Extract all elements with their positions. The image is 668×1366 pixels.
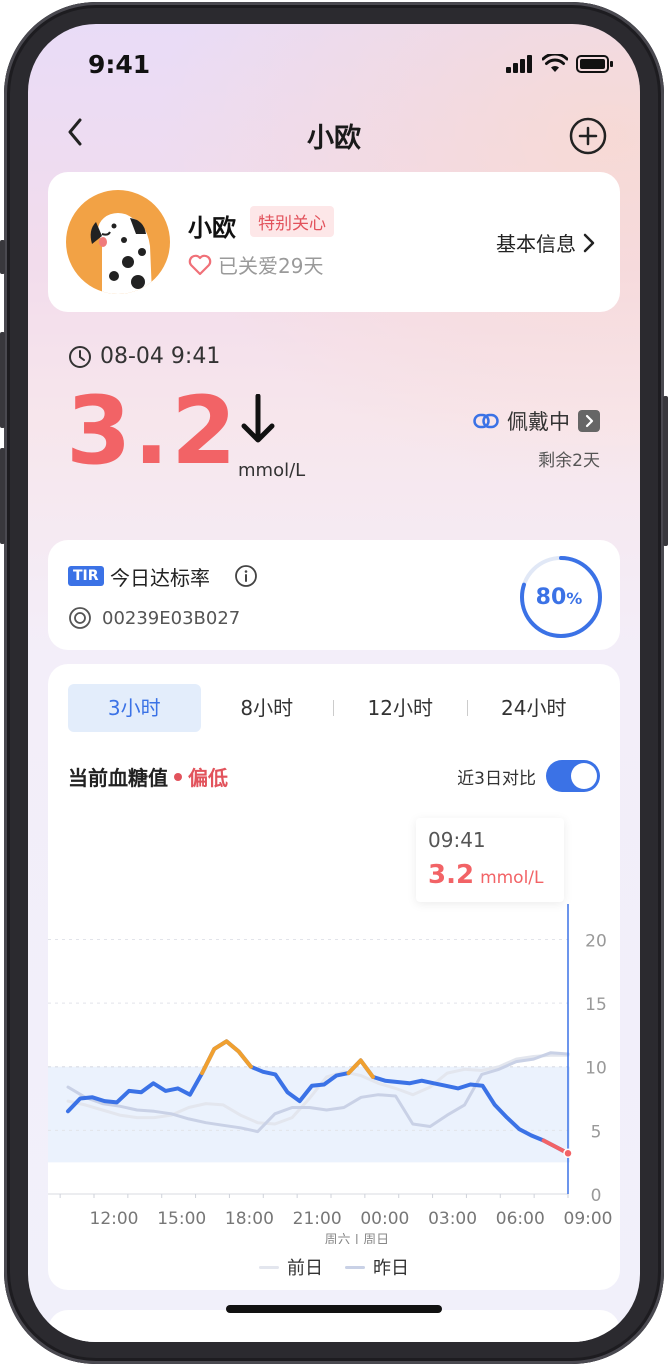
svg-text:80%: 80% xyxy=(536,585,583,610)
wearing-status[interactable]: 佩戴中 xyxy=(473,406,600,436)
chevron-right-square-icon xyxy=(578,410,600,432)
legend-label: 昨日 xyxy=(373,1258,409,1279)
heart-icon xyxy=(188,254,212,275)
clock-icon xyxy=(69,345,91,368)
tir-percent: 80 xyxy=(536,585,567,610)
x-tick-label: 21:00 xyxy=(293,1209,342,1229)
chart-legend: 前日 昨日 xyxy=(48,1254,620,1280)
tir-badge: TIR xyxy=(68,566,104,586)
compare-toggle[interactable] xyxy=(546,760,600,792)
status-time: 9:41 xyxy=(88,50,151,79)
glucose-value: 3.2 xyxy=(66,377,239,486)
legend-yesterday: 昨日 xyxy=(345,1254,409,1280)
toggle-knob xyxy=(571,763,597,789)
tooltip-time: 09:41 xyxy=(428,828,486,852)
wifi-icon xyxy=(542,54,568,72)
current-label-text: 当前血糖值 xyxy=(68,766,168,790)
basic-info-link[interactable]: 基本信息 xyxy=(496,228,596,257)
tab-3h[interactable]: 3小时 xyxy=(68,684,201,732)
tooltip-value-number: 3.2 xyxy=(428,860,475,890)
x-tick-label: 06:00 xyxy=(496,1209,545,1229)
add-circle-icon[interactable] xyxy=(568,116,608,156)
compare-3-days: 近3日对比 xyxy=(457,760,600,792)
x-tick-label: 15:00 xyxy=(157,1209,206,1229)
special-care-badge: 特别关心 xyxy=(250,206,334,237)
y-tick-label: 5 xyxy=(591,1122,602,1142)
mute-switch xyxy=(0,240,5,274)
profile-name: 小欧 xyxy=(188,214,236,242)
tir-label: 今日达标率 xyxy=(110,566,210,590)
y-tick-label: 20 xyxy=(585,931,607,951)
tir-progress-ring: 80% xyxy=(518,554,604,644)
home-indicator[interactable] xyxy=(226,1305,442,1313)
status-icons xyxy=(506,54,614,73)
y-tick-label: 15 xyxy=(585,995,607,1015)
current-glucose-label: 当前血糖值 偏低 xyxy=(68,762,228,791)
next-card xyxy=(48,1310,620,1342)
signal-icon xyxy=(506,54,532,73)
x-tick-label: 12:00 xyxy=(90,1209,139,1229)
current-status: 偏低 xyxy=(188,766,228,790)
profile-card[interactable]: 小欧 特别关心 已关爱29天 基本信息 xyxy=(48,172,620,312)
chart-tooltip: 09:41 3.2 mmol/L xyxy=(416,818,564,902)
current-point xyxy=(563,1148,573,1159)
care-text: 已关爱29天 xyxy=(218,254,324,278)
battery-icon xyxy=(576,54,613,73)
time-range-tabs: 3小时 8小时 12小时 24小时 xyxy=(68,684,600,732)
serial-text: 00239E03B027 xyxy=(102,607,241,629)
tooltip-value: 3.2 mmol/L xyxy=(428,860,544,890)
chevron-right-icon xyxy=(583,233,595,252)
volume-up-button xyxy=(0,332,5,428)
legend-prev-day: 前日 xyxy=(259,1254,323,1280)
arrow-down-icon xyxy=(241,394,275,443)
sensor-serial: 00239E03B027 xyxy=(68,606,240,630)
page-title: 小欧 xyxy=(307,123,361,154)
dalmatian-dog-icon xyxy=(90,213,152,294)
volume-down-button xyxy=(0,448,5,544)
legend-label: 前日 xyxy=(287,1258,323,1279)
tir-card[interactable]: TIR 今日达标率 00239E03B027 80% xyxy=(48,540,620,650)
glucose-chart-card: 3小时 8小时 12小时 24小时 当前血糖值 偏低 近3日对比 0 5 10 15 2… xyxy=(48,664,620,1290)
screen: 9:41 小欧 小欧 特别关心 已关爱29天 基本信息 08-04 9:41 3… xyxy=(28,24,640,1342)
tir-percent-sign: % xyxy=(566,589,582,608)
link-icon xyxy=(473,413,499,429)
y-tick-label: 10 xyxy=(585,1059,607,1079)
x-tick-label: 09:00 xyxy=(564,1209,613,1229)
legend-swatch xyxy=(259,1265,279,1269)
x-tick-label: 00:00 xyxy=(360,1209,409,1229)
x-tick-label: 03:00 xyxy=(428,1209,477,1229)
sensor-icon xyxy=(69,607,91,629)
power-button xyxy=(663,396,668,546)
status-dot xyxy=(174,772,182,781)
tab-24h[interactable]: 24小时 xyxy=(468,684,601,732)
sensor-remaining: 剩余2天 xyxy=(538,451,600,471)
y-tick-label: 0 xyxy=(591,1186,602,1206)
reading-timestamp: 08-04 9:41 xyxy=(68,344,220,369)
care-duration: 已关爱29天 xyxy=(188,250,323,279)
tab-8h[interactable]: 8小时 xyxy=(201,684,334,732)
tab-12h[interactable]: 12小时 xyxy=(334,684,467,732)
x-tick-label: 18:00 xyxy=(225,1209,274,1229)
avatar xyxy=(66,190,170,294)
glucose-unit: mmol/L xyxy=(238,460,306,481)
info-icon[interactable] xyxy=(234,564,258,588)
compare-label: 近3日对比 xyxy=(457,768,536,789)
tooltip-unit: mmol/L xyxy=(480,868,544,888)
timestamp-text: 08-04 9:41 xyxy=(100,344,221,369)
wearing-text: 佩戴中 xyxy=(507,410,570,434)
basic-info-label: 基本信息 xyxy=(496,232,576,256)
legend-swatch xyxy=(345,1265,365,1269)
x-day-label: 周六 | 周日 xyxy=(325,1233,390,1244)
